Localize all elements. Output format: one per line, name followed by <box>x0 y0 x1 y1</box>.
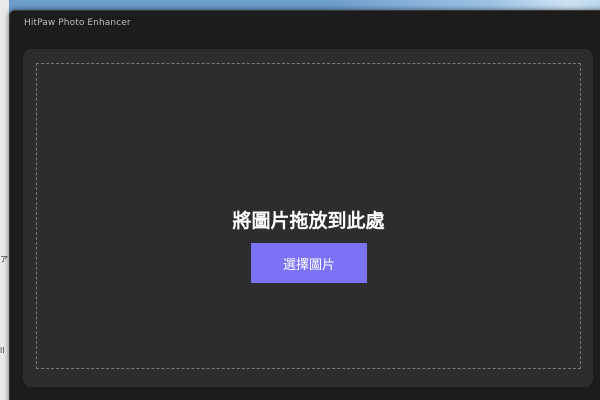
drop-zone[interactable]: 將圖片拖放到此處 選擇圖片 <box>36 63 581 369</box>
left-edge-char-2: ll <box>0 346 5 355</box>
app-window: HitPaw Photo Enhancer 將圖片拖放到此處 選擇圖片 <box>9 10 600 400</box>
window-title: HitPaw Photo Enhancer <box>24 18 131 28</box>
left-edge-char-1: ア <box>0 255 8 264</box>
select-image-button[interactable]: 選擇圖片 <box>251 243 367 283</box>
background-window-edge: ア ll <box>0 0 9 400</box>
title-bar[interactable]: HitPaw Photo Enhancer <box>10 11 600 35</box>
drop-zone-title: 將圖片拖放到此處 <box>232 210 385 232</box>
main-panel: 將圖片拖放到此處 選擇圖片 <box>23 49 593 387</box>
